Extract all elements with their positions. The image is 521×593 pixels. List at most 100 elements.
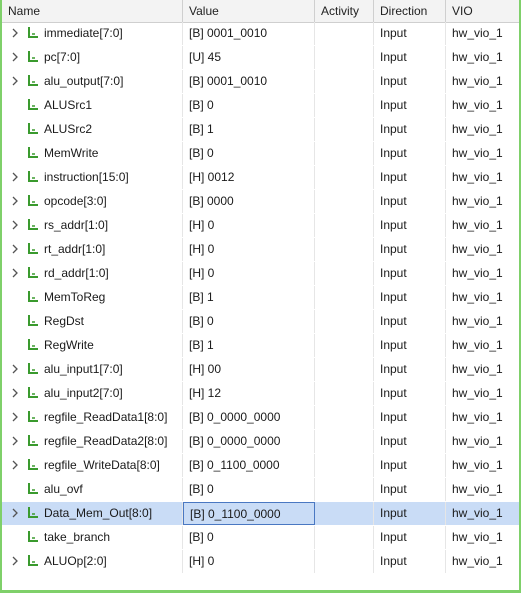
signal-value[interactable]: [H] 00 — [183, 358, 315, 381]
signal-direction: Input — [374, 214, 446, 237]
column-header-vio[interactable]: VIO — [446, 0, 519, 22]
signal-direction: Input — [374, 22, 446, 45]
signal-vio: hw_vio_1 — [452, 314, 503, 328]
signal-activity — [315, 334, 374, 357]
signal-activity — [315, 406, 374, 429]
table-row[interactable]: alu_input2[7:0] [H] 12 Input hw_vio_1 — [2, 382, 519, 406]
signal-activity — [315, 238, 374, 261]
signal-vio: hw_vio_1 — [452, 98, 503, 112]
signal-name: regfile_ReadData1[8:0] — [2, 406, 183, 429]
signal-direction: Input — [374, 430, 446, 453]
signal-name: RegWrite — [2, 334, 183, 357]
signal-value[interactable]: [H] 12 — [183, 382, 315, 405]
table-row[interactable]: ALUSrc2 [B] 1 Input hw_vio_1 — [2, 118, 519, 142]
table-row[interactable]: regfile_WriteData[8:0] [B] 0_1100_0000 Inp… — [2, 454, 519, 478]
table-row[interactable]: take_branch [B] 0 Input hw_vio_1 — [2, 526, 519, 550]
signal-name: ALUOp[2:0] — [2, 550, 183, 573]
signal-value[interactable]: [B] 0_1100_0000 — [183, 454, 315, 477]
table-row[interactable]: ALUSrc1 [B] 0 Input hw_vio_1 — [2, 94, 519, 118]
signal-value[interactable]: [H] 0 — [183, 262, 315, 285]
table-row[interactable]: RegDst [B] 0 Input hw_vio_1 — [2, 310, 519, 334]
signal-vio: hw_vio_1 — [452, 290, 503, 304]
signal-vio: hw_vio_1 — [452, 242, 503, 256]
signal-direction: Input — [374, 478, 446, 501]
signal-vio: hw_vio_1 — [452, 266, 503, 280]
signal-name: alu_output[7:0] — [2, 70, 183, 93]
signal-activity — [315, 22, 374, 45]
signal-direction: Input — [374, 262, 446, 285]
table-row[interactable]: MemWrite [B] 0 Input hw_vio_1 — [2, 142, 519, 166]
signal-direction: Input — [374, 526, 446, 549]
signal-value[interactable]: [B] 0000 — [183, 190, 315, 213]
signal-value[interactable]: [U] 45 — [183, 46, 315, 69]
signal-vio: hw_vio_1 — [452, 506, 503, 520]
table-row[interactable]: MemToReg [B] 1 Input hw_vio_1 — [2, 286, 519, 310]
table-row[interactable]: regfile_ReadData2[8:0] [B] 0_0000_0000 Inp… — [2, 430, 519, 454]
signal-direction: Input — [374, 286, 446, 309]
signal-value[interactable]: [B] 0_1100_0000 — [183, 502, 315, 525]
signal-value[interactable]: [H] 0 — [183, 214, 315, 237]
signal-direction: Input — [374, 406, 446, 429]
table-row[interactable]: instruction[15:0] [H] 0012 Input hw_vio_1 — [2, 166, 519, 190]
column-header-name[interactable]: Name — [2, 0, 183, 22]
signal-value[interactable]: [B] 0 — [183, 310, 315, 333]
signal-vio: hw_vio_1 — [452, 482, 503, 496]
signal-activity — [315, 190, 374, 213]
signal-value[interactable]: [H] 0 — [183, 238, 315, 261]
signal-vio: hw_vio_1 — [452, 50, 503, 64]
signal-vio: hw_vio_1 — [452, 218, 503, 232]
signal-name: rt_addr[1:0] — [2, 238, 183, 261]
table-row[interactable]: pc[7:0] [U] 45 Input hw_vio_1 — [2, 46, 519, 70]
signal-direction: Input — [374, 118, 446, 141]
signal-activity — [315, 118, 374, 141]
table-row[interactable]: rs_addr[1:0] [H] 0 Input hw_vio_1 — [2, 214, 519, 238]
table-row[interactable]: alu_ovf [B] 0 Input hw_vio_1 — [2, 478, 519, 502]
signal-activity — [315, 454, 374, 477]
column-header-direction[interactable]: Direction — [374, 0, 446, 22]
table-row[interactable]: regfile_ReadData1[8:0] [B] 0_0000_0000 Inp… — [2, 406, 519, 430]
signal-value[interactable]: [B] 0 — [183, 142, 315, 165]
signal-value[interactable]: [B] 0_0000_0000 — [183, 406, 315, 429]
signal-vio: hw_vio_1 — [452, 362, 503, 376]
signal-activity — [315, 526, 374, 549]
signal-activity — [315, 382, 374, 405]
table-row[interactable]: alu_input1[7:0] [H] 00 Input hw_vio_1 — [2, 358, 519, 382]
signal-value[interactable]: [B] 0_0000_0000 — [183, 430, 315, 453]
signal-activity — [315, 502, 374, 525]
table-row[interactable]: rd_addr[1:0] [H] 0 Input hw_vio_1 — [2, 262, 519, 286]
table-row[interactable]: Data_Mem_Out[8:0] [B] 0_1100_0000 Input hw_… — [2, 502, 519, 526]
signal-value[interactable]: [B] 0001_0010 — [183, 70, 315, 93]
signal-activity — [315, 478, 374, 501]
signal-value[interactable]: [B] 0 — [183, 478, 315, 501]
table-row[interactable]: RegWrite [B] 1 Input hw_vio_1 — [2, 334, 519, 358]
signal-activity — [315, 310, 374, 333]
signal-value[interactable]: [H] 0 — [183, 550, 315, 573]
signal-value[interactable]: [B] 1 — [183, 118, 315, 141]
table-row[interactable]: rt_addr[1:0] [H] 0 Input hw_vio_1 — [2, 238, 519, 262]
column-header-value[interactable]: Value — [183, 0, 315, 22]
signal-activity — [315, 214, 374, 237]
signal-activity — [315, 430, 374, 453]
signal-value[interactable]: [B] 0 — [183, 94, 315, 117]
signal-name: alu_ovf — [2, 478, 183, 501]
signal-vio: hw_vio_1 — [452, 338, 503, 352]
signal-value[interactable]: [B] 1 — [183, 334, 315, 357]
signal-value[interactable]: [B] 0 — [183, 526, 315, 549]
column-header-activity[interactable]: Activity — [315, 0, 374, 22]
table-row[interactable]: alu_output[7:0] [B] 0001_0010 Input hw_vio_… — [2, 70, 519, 94]
table-row[interactable]: opcode[3:0] [B] 0000 Input hw_vio_1 — [2, 190, 519, 214]
signal-vio: hw_vio_1 — [452, 26, 503, 40]
signal-value[interactable]: [B] 0001_0010 — [183, 22, 315, 45]
signal-direction: Input — [374, 382, 446, 405]
signal-value[interactable]: [H] 0012 — [183, 166, 315, 189]
signal-activity — [315, 142, 374, 165]
signal-name: Data_Mem_Out[8:0] — [2, 502, 183, 525]
signal-value[interactable]: [B] 1 — [183, 286, 315, 309]
table-row[interactable]: ALUOp[2:0] [H] 0 Input hw_vio_1 — [2, 550, 519, 574]
signal-activity — [315, 70, 374, 93]
signal-direction: Input — [374, 310, 446, 333]
signal-vio: hw_vio_1 — [452, 386, 503, 400]
signal-direction: Input — [374, 502, 446, 525]
signal-vio: hw_vio_1 — [452, 458, 503, 472]
table-row[interactable]: immediate[7:0] [B] 0001_0010 Input hw_vio_1 — [2, 22, 519, 46]
